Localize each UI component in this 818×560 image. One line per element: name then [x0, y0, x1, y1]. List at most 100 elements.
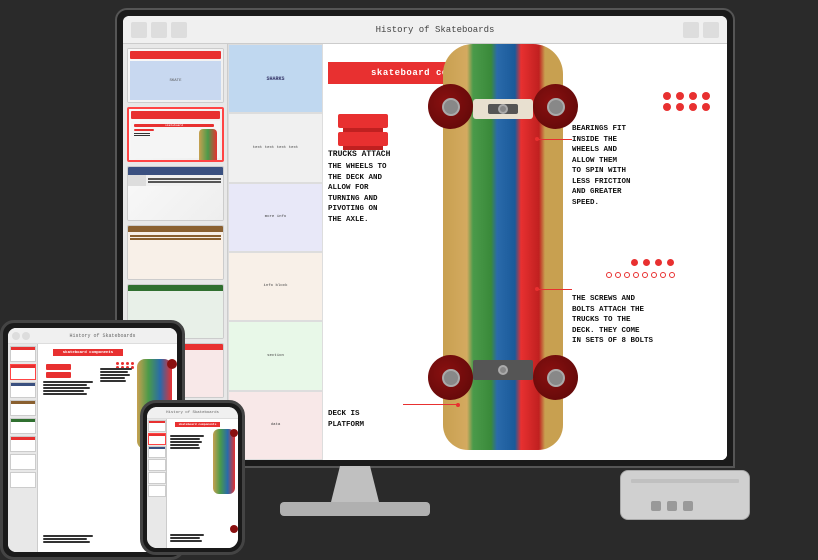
- mac-mini-port-1: [651, 501, 661, 511]
- keynote-body: SKATE skateboard: [123, 44, 727, 460]
- bearings-connector-dot: [535, 137, 539, 141]
- ipad-thumb-5[interactable]: [10, 418, 36, 434]
- mac-mini-port-2: [667, 501, 677, 511]
- slide-thumb-4[interactable]: [127, 225, 224, 280]
- ipad-sidebar: [8, 344, 38, 552]
- bearing-dot-8: [702, 103, 710, 111]
- iphone-thumb-5[interactable]: [148, 472, 166, 484]
- slide-thumb-2[interactable]: skateboard: [127, 107, 224, 162]
- keynote-toolbar: History of Skateboards: [123, 16, 727, 44]
- screws-text: THE SCREWS ANDBOLTS ATTACH THETRUCKS TO …: [572, 294, 717, 347]
- skate-wheel-br: [533, 355, 578, 400]
- left-thumb-2: text text text text: [228, 113, 323, 182]
- screws-dots-row1: [631, 259, 677, 266]
- screw-dot-1: [631, 259, 638, 266]
- bearing-dot-6: [676, 103, 684, 111]
- monitor: History of Skateboards SKATE: [115, 8, 735, 468]
- deck-connector-dot: [456, 403, 460, 407]
- screw-dot-4: [667, 259, 674, 266]
- screw-line-3: [624, 272, 630, 278]
- bearings-text: BEARINGS FITINSIDE THEWHEELS ANDALLOW TH…: [572, 124, 717, 208]
- ipad-thumb-6[interactable]: [10, 436, 36, 452]
- truck-shape-top: [338, 114, 388, 128]
- ipad-toolbar-title: History of Skateboards: [69, 333, 135, 339]
- screw-line-5: [642, 272, 648, 278]
- ipad-thumb-2[interactable]: [10, 364, 36, 380]
- ipad-thumb-1[interactable]: [10, 346, 36, 362]
- iphone-wheel-tl: [230, 429, 238, 437]
- screws-dots-row2: [606, 272, 677, 278]
- ipad-thumb-3[interactable]: [10, 382, 36, 398]
- skate-wheel-tr: [533, 84, 578, 129]
- skate-wheel-bl: [428, 355, 473, 400]
- screw-dot-2: [643, 259, 650, 266]
- iphone-wheel-bl: [230, 525, 238, 533]
- bearing-dot-1: [663, 92, 671, 100]
- iphone-thumb-1[interactable]: [148, 420, 166, 432]
- ipad-truck-icon-bottom: [46, 372, 71, 378]
- mac-mini-port-3: [683, 501, 693, 511]
- ipad-toolbar-dot-2: [22, 332, 30, 340]
- deck-connector-line: [403, 404, 458, 405]
- ipad-thumb-7[interactable]: [10, 454, 36, 470]
- screws-connector-line: [537, 289, 572, 290]
- bearing-dot-5: [663, 103, 671, 111]
- skate-deck: [443, 44, 563, 450]
- iphone-thumb-2[interactable]: [148, 433, 166, 445]
- ipad-wheel-tl: [167, 359, 177, 369]
- iphone-toolbar: History of Skateboards: [147, 407, 238, 419]
- ipad-toolbar: History of Skateboards: [8, 328, 177, 344]
- toolbar-btn-view[interactable]: [171, 22, 187, 38]
- screw-line-6: [651, 272, 657, 278]
- ipad-thumb-4[interactable]: [10, 400, 36, 416]
- screw-dot-3: [655, 259, 662, 266]
- truck-icon: [338, 114, 388, 146]
- bearings-dots: [663, 92, 712, 111]
- bearing-dot-2: [676, 92, 684, 100]
- slide-thumb-1[interactable]: SKATE: [127, 48, 224, 103]
- toolbar-btn-share[interactable]: [683, 22, 699, 38]
- bearing-dot-4: [702, 92, 710, 100]
- ipad-dot-1: [116, 362, 119, 365]
- iphone-trucks-text: [170, 431, 208, 450]
- ipad-dot-2: [121, 362, 124, 365]
- slide-thumb-3[interactable]: [127, 166, 224, 221]
- iphone-thumb-6[interactable]: [148, 485, 166, 497]
- ipad-screws-text: [43, 534, 98, 544]
- iphone: History of Skateboards skateboard compon…: [140, 400, 245, 555]
- screw-line-8: [669, 272, 675, 278]
- deck-text: DECK ISPLATFORM: [328, 409, 364, 430]
- iphone-toolbar-title: History of Skateboards: [166, 411, 219, 415]
- monitor-screen: History of Skateboards SKATE: [123, 16, 727, 460]
- mac-mini-top-vent: [631, 479, 739, 483]
- iphone-sidebar: [147, 419, 167, 548]
- mac-mini-ports: [651, 501, 693, 511]
- ipad-dot-3: [126, 362, 129, 365]
- ipad-toolbar-dot-1: [12, 332, 20, 340]
- screw-line-7: [660, 272, 666, 278]
- iphone-bottom-text: [170, 534, 208, 543]
- ipad-truck-icon-top: [46, 364, 71, 370]
- toolbar-btn-fwd[interactable]: [151, 22, 167, 38]
- truck-shape-bottom: [338, 132, 388, 146]
- ipad-bearings-text: [100, 368, 135, 383]
- toolbar-btn-play[interactable]: [703, 22, 719, 38]
- iphone-thumb-3[interactable]: [148, 446, 166, 458]
- iphone-thumb-4[interactable]: [148, 459, 166, 471]
- left-thumb-3: more info: [228, 183, 323, 252]
- bearing-dot-3: [689, 92, 697, 100]
- skate-truck-bottom: [473, 360, 533, 380]
- iphone-body: skateboard components: [147, 419, 238, 548]
- bearings-connector-line: [537, 139, 572, 140]
- iphone-skate-deck: [213, 429, 235, 494]
- toolbar-btn-back[interactable]: [131, 22, 147, 38]
- mac-mini: [620, 470, 750, 520]
- screw-line-4: [633, 272, 639, 278]
- screws-connector-dot: [535, 287, 539, 291]
- left-thumb-4: info block: [228, 252, 323, 321]
- left-thumb-1: SHARKS: [228, 44, 323, 113]
- iphone-main: skateboard components: [167, 419, 238, 548]
- slide-content: SHARKS text text text text more info inf…: [228, 44, 727, 460]
- ipad-thumb-8[interactable]: [10, 472, 36, 488]
- screw-line-1: [606, 272, 612, 278]
